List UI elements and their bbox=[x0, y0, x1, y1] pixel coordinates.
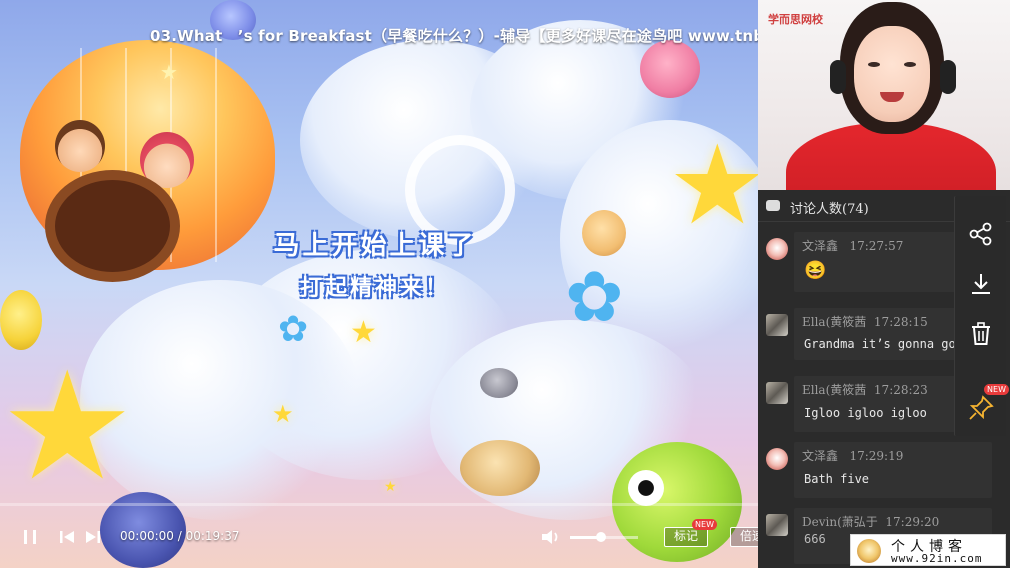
pause-icon[interactable] bbox=[22, 528, 38, 546]
avatar bbox=[766, 314, 788, 336]
star-decoration: ★ bbox=[0, 340, 135, 514]
chat-message-time: 17:27:57 bbox=[849, 239, 904, 253]
snail-creature bbox=[460, 440, 540, 496]
chat-message-meta: Devin(萧弘于 17:29:20 bbox=[802, 513, 939, 530]
video-canvas[interactable]: ★ ★ ★ ★ ★ ★ ✿ ✿ 马上开始上课了 打起精神来！ 03.What ’… bbox=[0, 0, 758, 568]
headset bbox=[830, 60, 846, 94]
trash-icon[interactable] bbox=[967, 320, 995, 348]
slide-caption: 马上开始上课了 打起精神来！ bbox=[270, 225, 480, 302]
chat-message-meta: Ella(黄筱茜 17:28:23 bbox=[802, 381, 928, 398]
share-icon[interactable] bbox=[967, 220, 995, 248]
chat-message-text: Grandma it’s gonna go bbox=[804, 337, 956, 351]
video-title: 03.What ’s for Breakfast（早餐吃什么？）-辅导【更多好课… bbox=[150, 27, 758, 45]
school-logo-text: 学而思网校 bbox=[768, 13, 823, 26]
green-monster-eye bbox=[628, 470, 664, 506]
chat-message-text: 666 bbox=[804, 532, 826, 546]
chat-message-meta: Ella(黄筱茜 17:28:15 bbox=[802, 313, 928, 330]
star-decoration: ★ bbox=[350, 315, 377, 350]
star-decoration: ★ bbox=[384, 479, 397, 495]
balloon-basket bbox=[45, 170, 180, 282]
chat-message-text: 😆 bbox=[804, 260, 827, 281]
chat-message-meta: 文泽鑫 17:29:19 bbox=[802, 447, 903, 464]
star-decoration: ★ bbox=[272, 400, 294, 428]
chat-message-sender: Devin(萧弘于 bbox=[802, 515, 878, 529]
watermark-logo-icon bbox=[857, 539, 881, 563]
chat-message-time: 17:28:15 bbox=[873, 315, 928, 329]
chat-message-sender: Ella(黄筱茜 bbox=[802, 383, 867, 397]
chat-message-time: 17:29:20 bbox=[885, 515, 940, 529]
avatar bbox=[766, 238, 788, 260]
watermark-url: www.92in.com bbox=[891, 552, 983, 565]
chat-bubble-icon bbox=[766, 200, 780, 211]
next-icon[interactable] bbox=[84, 528, 102, 546]
chat-message-meta: 文泽鑫 17:27:57 bbox=[802, 237, 903, 254]
mark-button-label: 标记 bbox=[673, 529, 698, 543]
teacher-eye bbox=[868, 62, 880, 67]
flower-decoration: ✿ bbox=[565, 256, 624, 338]
boy-character bbox=[55, 120, 105, 172]
time-display: 00:00:00 / 00:19:37 bbox=[120, 529, 240, 543]
avatar bbox=[766, 382, 788, 404]
chat-message-box: 文泽鑫 17:29:19 Bath five bbox=[794, 442, 992, 498]
pin-icon[interactable]: NEW bbox=[967, 384, 1009, 422]
avatar bbox=[766, 514, 788, 536]
pink-monster bbox=[640, 40, 700, 98]
new-badge: NEW bbox=[984, 384, 1009, 395]
tan-monster bbox=[582, 210, 626, 256]
chat-message-sender: 文泽鑫 bbox=[802, 449, 839, 463]
chat-tool-strip: NEW bbox=[954, 196, 1009, 436]
download-icon[interactable] bbox=[967, 270, 995, 298]
site-watermark: 个人博客 www.92in.com bbox=[850, 534, 1006, 566]
chat-message-text: Igloo igloo igloo bbox=[804, 406, 927, 420]
speed-button-label: 倍速 bbox=[739, 529, 758, 543]
flower-decoration: ✿ bbox=[278, 309, 309, 350]
seek-bar[interactable] bbox=[0, 503, 758, 506]
volume-slider-handle[interactable] bbox=[595, 532, 606, 542]
star-decoration: ★ bbox=[668, 121, 758, 249]
teacher-eye bbox=[904, 62, 916, 67]
avatar bbox=[766, 448, 788, 470]
teacher-face bbox=[854, 26, 930, 122]
player-controls: 00:00:00 / 00:19:37 标记 NEW 倍速 NEW bbox=[0, 519, 758, 556]
chat-message-sender: Ella(黄筱茜 bbox=[802, 315, 867, 329]
new-badge: NEW bbox=[692, 519, 717, 530]
slide-caption-line1: 马上开始上课了 bbox=[273, 231, 477, 261]
chat-message-sender: 文泽鑫 bbox=[802, 239, 839, 253]
mark-button[interactable]: 标记 NEW bbox=[664, 519, 717, 547]
gray-monster bbox=[480, 368, 518, 398]
chat-message-text: Bath five bbox=[804, 472, 870, 486]
speed-button[interactable]: 倍速 NEW bbox=[730, 527, 758, 547]
headset bbox=[940, 60, 956, 94]
chat-message-time: 17:28:23 bbox=[873, 383, 928, 397]
slide-caption-line2: 打起精神来！ bbox=[299, 276, 450, 301]
chat-participant-count: 讨论人数(74) bbox=[790, 202, 869, 217]
teacher-webcam: 学而思网校 bbox=[758, 0, 1010, 190]
previous-icon[interactable] bbox=[58, 528, 76, 546]
star-decoration: ★ bbox=[160, 60, 178, 84]
chat-message-time: 17:29:19 bbox=[849, 449, 904, 463]
volume-slider[interactable] bbox=[570, 532, 638, 542]
volume-icon[interactable] bbox=[540, 527, 562, 547]
